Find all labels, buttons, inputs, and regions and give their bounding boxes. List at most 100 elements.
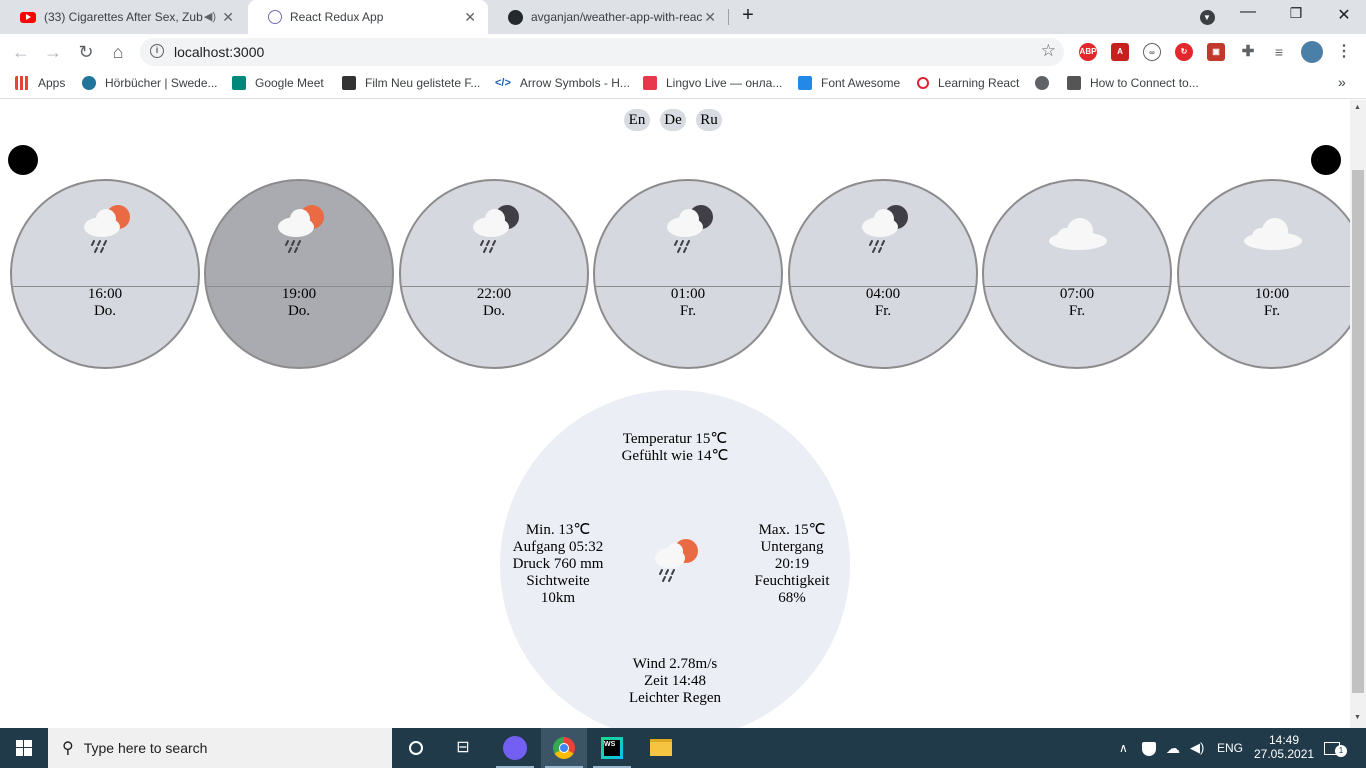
close-tab-icon[interactable]: ✕	[464, 9, 476, 26]
bookmark-hoerbuecher[interactable]: Hörbücher | Swede...	[82, 76, 218, 90]
wordpress-icon	[82, 76, 96, 90]
bookmark-font-awesome[interactable]: Font Awesome	[798, 76, 900, 90]
search-placeholder: Type here to search	[83, 740, 208, 756]
close-tab-icon[interactable]: ✕	[704, 9, 716, 26]
sunrise: Aufgang 05:32	[512, 539, 604, 555]
pdf-icon[interactable]: A	[1111, 43, 1129, 61]
forecast-card[interactable]: 16:00 Do.	[10, 179, 200, 369]
tab-react-redux-app[interactable]: React Redux App ✕	[248, 0, 488, 34]
forecast-time: 19:00	[281, 286, 317, 302]
clock-time: 14:49	[1268, 733, 1300, 747]
lang-de-button[interactable]: De	[660, 109, 686, 131]
tab-github[interactable]: avganjan/weather-app-with-reac ✕	[488, 0, 728, 34]
more-bookmarks-button[interactable]: »	[1338, 74, 1346, 90]
bookmark-label: Film Neu gelistete F...	[365, 76, 481, 90]
screenshot-icon[interactable]: ▣	[1207, 43, 1225, 61]
floppy-icon	[1067, 76, 1081, 90]
scroll-thumb[interactable]	[1352, 170, 1364, 693]
clock[interactable]: 14:49 27.05.2021	[1254, 733, 1314, 761]
bookmark-star-icon[interactable]: ☆	[1041, 41, 1056, 61]
media-icon[interactable]: ≡	[1270, 43, 1288, 61]
scroll-down-icon[interactable]: ▼	[1354, 714, 1361, 721]
reload-icon[interactable]: ↻	[75, 41, 97, 63]
bookmarks-bar: Apps Hörbücher | Swede... Google Meet Fi…	[0, 70, 1366, 99]
tray-chevron-icon[interactable]: ∧	[1119, 728, 1128, 768]
extension-icon[interactable]: ∞	[1143, 43, 1161, 61]
minimize-icon[interactable]: —	[1236, 3, 1260, 21]
forecast-card[interactable]: 07:00 Fr.	[982, 179, 1172, 369]
bookmark-arrow-symbols[interactable]: </> Arrow Symbols - H...	[495, 76, 630, 90]
prev-arrow-button[interactable]	[8, 145, 38, 175]
chrome-icon[interactable]	[541, 728, 587, 768]
language-indicator[interactable]: ENG	[1217, 728, 1243, 768]
close-window-icon[interactable]: ✕	[1332, 5, 1356, 25]
volume-icon[interactable]: ◀)	[1190, 728, 1204, 768]
new-tab-button[interactable]: +	[736, 4, 760, 27]
avatar[interactable]	[1301, 41, 1323, 63]
bookmark-apps[interactable]: Apps	[15, 76, 65, 90]
adblock-icon[interactable]: ABP	[1079, 43, 1097, 61]
next-arrow-button[interactable]	[1311, 145, 1341, 175]
cortana-icon[interactable]	[393, 728, 439, 768]
lang-ru-button[interactable]: Ru	[696, 109, 722, 131]
forward-icon[interactable]: →	[42, 41, 64, 63]
back-icon[interactable]: ←	[10, 41, 32, 63]
browser-toolbar: ← → ↻ ⌂ i localhost:3000 ☆ ABP A ∞ ↻ ▣ ✚…	[0, 34, 1366, 70]
bookmark-film[interactable]: Film Neu gelistete F...	[342, 76, 480, 90]
feels-like: Gefühlt wie 14℃	[621, 448, 729, 464]
forecast-card[interactable]: 19:00 Do.	[204, 179, 394, 369]
bookmark-learning-react[interactable]: Learning React	[917, 76, 1019, 90]
forecast-card[interactable]: 22:00 Do.	[399, 179, 589, 369]
translate-icon[interactable]: ↻	[1175, 43, 1193, 61]
home-icon[interactable]: ⌂	[107, 41, 129, 63]
bookmark-label: Google Meet	[255, 76, 324, 90]
security-icon[interactable]	[1142, 728, 1156, 768]
visibility-value: 10km	[540, 590, 576, 606]
task-view-icon[interactable]: ⊟	[440, 728, 486, 768]
forecast-time: 01:00	[670, 286, 706, 302]
bookmark-label: Hörbücher | Swede...	[105, 76, 218, 90]
site-info-icon[interactable]: i	[150, 44, 164, 58]
forecast-time: 16:00	[87, 286, 123, 302]
humidity-value: 68%	[778, 590, 806, 606]
speaker-icon[interactable]: ◀)	[204, 10, 216, 23]
address-bar[interactable]: i localhost:3000 ☆	[140, 38, 1064, 66]
lang-en-button[interactable]: En	[624, 109, 650, 131]
language-switcher: En De Ru	[624, 109, 722, 131]
tab-search-icon[interactable]: ▼	[1195, 7, 1219, 25]
windows-logo-icon	[16, 740, 32, 756]
code-icon: </>	[495, 77, 511, 89]
forecast-time: 07:00	[1059, 286, 1095, 302]
rain-sun-icon	[655, 539, 698, 582]
visibility-label: Sichtweite	[526, 573, 590, 589]
bookmark-lingvo[interactable]: Lingvo Live — онла...	[643, 76, 782, 90]
onedrive-icon[interactable]: ☁	[1166, 728, 1180, 768]
start-button[interactable]	[0, 728, 48, 768]
rain-sun-icon	[278, 205, 324, 253]
wind: Wind 2.78m/s	[632, 656, 718, 672]
url-text[interactable]: localhost:3000	[174, 44, 264, 60]
bookmark-google-meet[interactable]: Google Meet	[232, 76, 324, 90]
min-temp: Min. 13℃	[525, 522, 591, 538]
restore-icon[interactable]: ❐	[1284, 5, 1308, 22]
viber-icon[interactable]	[492, 728, 538, 768]
extensions-puzzle-icon[interactable]: ✚	[1239, 43, 1257, 61]
tab-youtube[interactable]: (33) Cigarettes After Sex, Zub ◀) ✕	[0, 0, 246, 34]
taskbar-search[interactable]: ⚲ Type here to search	[48, 728, 392, 768]
forecast-card[interactable]: 01:00 Fr.	[593, 179, 783, 369]
notifications-icon[interactable]: 1	[1324, 728, 1347, 768]
tab-title: React Redux App	[290, 10, 384, 24]
bookmark-how-to-connect[interactable]: How to Connect to...	[1067, 76, 1199, 90]
scroll-up-icon[interactable]: ▲	[1354, 104, 1361, 111]
weather-detail-panel: Temperatur 15℃ Gefühlt wie 14℃ Min. 13℃ …	[500, 390, 850, 728]
menu-icon[interactable]: ⋮	[1335, 43, 1353, 61]
page-scrollbar[interactable]: ▲ ▼	[1350, 100, 1366, 728]
file-explorer-icon[interactable]	[638, 728, 684, 768]
sunset-value: 20:19	[774, 556, 810, 572]
forecast-card[interactable]: 10:00 Fr.	[1177, 179, 1350, 369]
close-tab-icon[interactable]: ✕	[222, 9, 234, 26]
forecast-card[interactable]: 04:00 Fr.	[788, 179, 978, 369]
browser-tab-bar: (33) Cigarettes After Sex, Zub ◀) ✕ Reac…	[0, 0, 1366, 34]
webstorm-icon[interactable]: WS	[589, 728, 635, 768]
bookmark-globe[interactable]	[1035, 76, 1049, 90]
